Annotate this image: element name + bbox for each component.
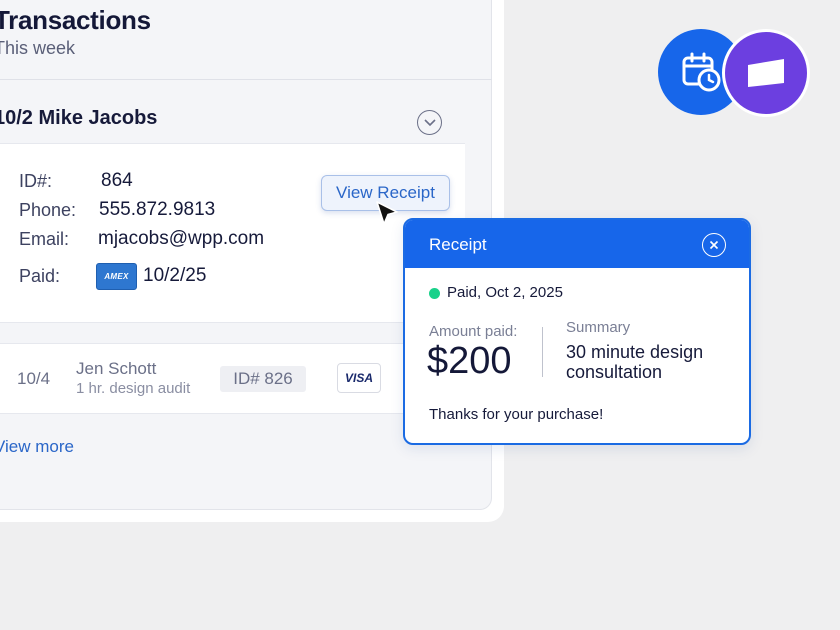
summary-text: 30 minute design consultation: [566, 342, 704, 382]
transaction-heading[interactable]: 10/2 Mike Jacobs: [0, 107, 157, 130]
close-icon[interactable]: [702, 233, 726, 257]
card-icon[interactable]: [722, 29, 810, 117]
phone-value: 555.872.9813: [99, 199, 216, 220]
thanks-message: Thanks for your purchase!: [429, 406, 604, 423]
row-id: ID# 826: [220, 366, 306, 392]
chevron-down-icon[interactable]: [417, 110, 442, 135]
paid-label: Paid:: [19, 266, 61, 286]
divider: [542, 327, 543, 377]
amount-label: Amount paid:: [429, 323, 518, 340]
phone-label: Phone:: [19, 200, 77, 220]
visa-card-icon: VISA: [337, 363, 381, 393]
payment-status: Paid, Oct 2, 2025: [447, 284, 563, 301]
row-name: Jen Schott: [76, 359, 157, 378]
paid-value: 10/2/25: [143, 265, 207, 286]
receipt-popup: Receipt Paid, Oct 2, 2025 Amount paid: $…: [403, 218, 751, 445]
view-more-link[interactable]: View more: [0, 437, 74, 457]
amount-value: $200: [427, 340, 512, 382]
receipt-title: Receipt: [429, 235, 487, 254]
email-label: Email:: [19, 229, 70, 249]
page-subtitle: This week: [0, 38, 76, 58]
id-value: 864: [101, 170, 133, 191]
id-label: ID#:: [19, 171, 53, 191]
row-date: 10/4: [17, 369, 51, 388]
email-value: mjacobs@wpp.com: [98, 228, 265, 249]
receipt-header: Receipt: [405, 220, 749, 268]
cursor-icon: [375, 200, 401, 233]
amex-card-icon: AMEX: [96, 263, 137, 290]
page-title: Transactions: [0, 5, 151, 35]
summary-label: Summary: [566, 319, 631, 336]
row-description: 1 hr. design audit: [76, 380, 191, 397]
status-dot: [429, 288, 440, 299]
divider: [0, 79, 492, 80]
